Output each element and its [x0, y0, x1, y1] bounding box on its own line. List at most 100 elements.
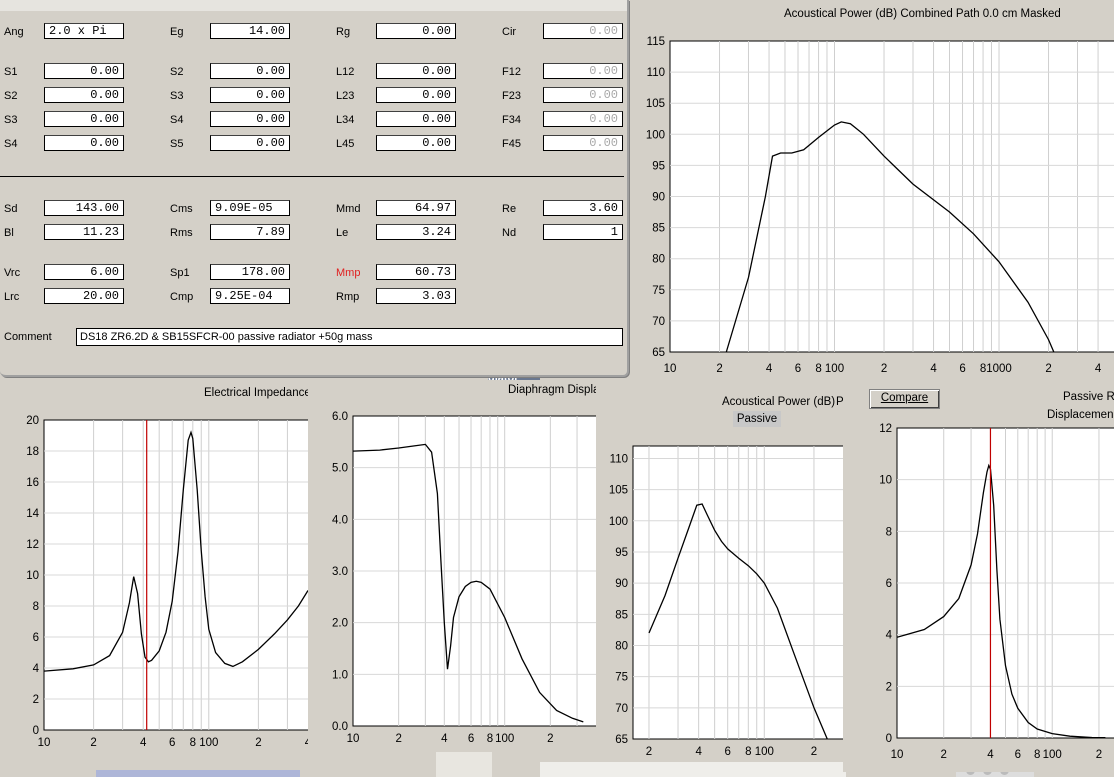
x-tick-label: 100 [495, 733, 514, 745]
l45-field[interactable]: 0.00 [376, 135, 456, 151]
x-tick-label: 2 [1045, 363, 1051, 375]
x-tick-label: 2 [255, 737, 261, 749]
sd-field[interactable]: 143.00 [44, 200, 124, 216]
tab-passive[interactable]: Passive [733, 411, 781, 427]
ang-field[interactable]: 2.0 x Pi [44, 23, 124, 39]
l23-label: L23 [336, 90, 355, 102]
y-tick-label: 70 [615, 703, 628, 715]
passive-radiator-displacement-chart: 02468101210 2 4 6 8 100 2 [879, 423, 1114, 761]
diaphragm-displacement-window[interactable]: Diaphragm Displacement 0.01.02.03.04.05.… [308, 380, 596, 752]
x-tick-label: 2 [941, 749, 947, 761]
cmp-field[interactable]: 9.25E-04 [210, 288, 290, 304]
s3-field[interactable]: 0.00 [44, 111, 124, 127]
le-field[interactable]: 3.24 [376, 224, 456, 240]
y-tick-label: 90 [652, 192, 665, 204]
vrc-label: Vrc [4, 267, 21, 279]
y-tick-label: 10 [26, 570, 39, 582]
y-tick-label: 6 [886, 578, 892, 590]
cmp-label: Cmp [170, 291, 194, 303]
y-tick-label: 0 [886, 733, 892, 745]
x-tick-label: 8 [1034, 749, 1040, 761]
cms-field[interactable]: 9.09E-05 [210, 200, 290, 216]
x-tick-label: 2 [395, 733, 401, 745]
y-tick-label: 2 [886, 681, 892, 693]
compare-button[interactable]: Compare [869, 389, 940, 409]
x-tick-label: 6 [468, 733, 474, 745]
y-tick-label: 3.0 [332, 566, 348, 578]
y-tick-label: 8 [33, 601, 39, 613]
y-tick-label: 70 [652, 316, 665, 328]
s1-field[interactable]: 0.00 [44, 63, 124, 79]
passive-radiator-displacement-window[interactable]: Passive Ra Displacemen 02468101210246810… [843, 387, 1114, 772]
x-tick-label: 4 [140, 737, 147, 749]
y-tick-label: 100 [609, 516, 628, 528]
y-tick-label: 4 [33, 663, 40, 675]
y-tick-label: 8 [886, 526, 892, 538]
x-tick-label: 8 [745, 746, 751, 758]
dialog-titlebar[interactable] [0, 0, 627, 11]
separator-line [0, 176, 624, 177]
x-tick-label: 10 [38, 737, 51, 749]
x-tick-label: 2 [881, 363, 887, 375]
s3-field[interactable]: 0.00 [210, 87, 290, 103]
x-tick-label: 4 [930, 363, 937, 375]
taskbar-fragment-2 [436, 752, 492, 777]
acoustical-power-combined-window[interactable]: Acoustical Power (dB) Combined Path 0.0 … [627, 0, 1114, 387]
x-tick-label: 4 [987, 749, 994, 761]
rmp-field[interactable]: 3.03 [376, 288, 456, 304]
nd-field[interactable]: 1 [543, 224, 623, 240]
x-tick-label: 2 [716, 363, 722, 375]
lrc-field[interactable]: 20.00 [44, 288, 124, 304]
s5-field[interactable]: 0.00 [210, 135, 290, 151]
taskbar-fragment-3 [540, 762, 846, 777]
f34-field[interactable]: 0.00 [543, 111, 623, 127]
f45-label: F45 [502, 138, 521, 150]
x-tick-label: 6 [724, 746, 730, 758]
vrc-field[interactable]: 6.00 [44, 264, 124, 280]
mmp-field[interactable]: 60.73 [376, 264, 456, 280]
s2-field[interactable]: 0.00 [44, 87, 124, 103]
s2-field[interactable]: 0.00 [210, 63, 290, 79]
x-tick-label: 10 [891, 749, 904, 761]
y-tick-label: 105 [609, 485, 628, 497]
y-tick-label: 85 [615, 609, 628, 621]
y-tick-label: 95 [615, 547, 628, 559]
y-tick-label: 100 [646, 129, 665, 141]
cir-field[interactable]: 0.00 [543, 23, 623, 39]
x-tick-label: 8 [190, 737, 196, 749]
y-tick-label: 14 [26, 508, 39, 520]
l34-field[interactable]: 0.00 [376, 111, 456, 127]
re-field[interactable]: 3.60 [543, 200, 623, 216]
y-tick-label: 0 [33, 725, 39, 737]
x-tick-label: 6 [795, 363, 801, 375]
s4-field[interactable]: 0.00 [210, 111, 290, 127]
f45-field[interactable]: 0.00 [543, 135, 623, 151]
f12-field[interactable]: 0.00 [543, 63, 623, 79]
rms-field[interactable]: 7.89 [210, 224, 290, 240]
y-tick-label: 4 [886, 630, 893, 642]
y-tick-label: 4.0 [332, 514, 348, 526]
acoustical-power-passive-window[interactable]: Acoustical Power (dB) P 65 70 75 80 85 90 95 10… [596, 390, 843, 762]
x-tick-label: 6 [1015, 749, 1021, 761]
bl-field[interactable]: 11.23 [44, 224, 124, 240]
rg-field[interactable]: 0.00 [376, 23, 456, 39]
s4-field[interactable]: 0.00 [44, 135, 124, 151]
l12-field[interactable]: 0.00 [376, 63, 456, 79]
parameters-dialog[interactable]: Ang 2.0 x Pi Eg 14.00 Rg 0.00 Cir 0.00 S… [0, 0, 629, 377]
ang-label: Ang [4, 26, 24, 38]
f23-field[interactable]: 0.00 [543, 87, 623, 103]
mmp-label: Mmp [336, 267, 361, 279]
y-tick-label: 85 [652, 223, 665, 235]
electrical-impedance-window[interactable]: Electrical Impedance 0 2 4 6 8 10 12 14 16 18 20 10… [0, 378, 308, 770]
comment-field[interactable]: DS18 ZR6.2D & SB15SFCR-00 passive radiat… [76, 328, 623, 346]
acoustical-power-passive-chart: 65 70 75 80 85 90 95 100 105 110 2 4 6 8 100 2 [609, 445, 843, 758]
eg-field[interactable]: 14.00 [210, 23, 290, 39]
compare-button-label: Compare [880, 392, 929, 404]
l23-field[interactable]: 0.00 [376, 87, 456, 103]
sp1-field[interactable]: 178.00 [210, 264, 290, 280]
mmd-field[interactable]: 64.97 [376, 200, 456, 216]
x-tick-label: 100 [755, 746, 774, 758]
cir-label: Cir [502, 26, 517, 38]
y-tick-label: 75 [652, 285, 665, 297]
x-tick-label: 2 [811, 746, 817, 758]
